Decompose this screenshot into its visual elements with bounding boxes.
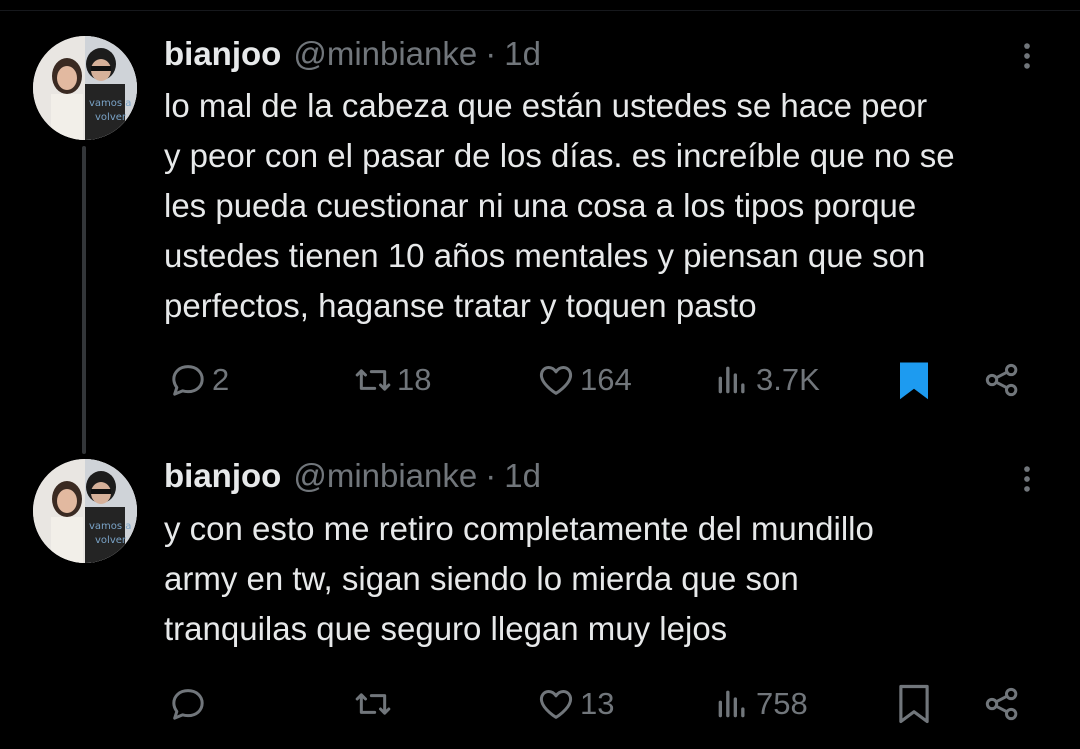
tweet-actions: 2 18 164 3.7K [0,355,1080,405]
avatar[interactable]: vamos a volver [33,36,137,140]
views-button[interactable]: 758 [712,679,808,729]
retweet-button[interactable] [353,679,397,729]
avatar-text: vamos a [89,98,131,109]
like-button[interactable]: 164 [536,355,632,405]
more-icon[interactable] [1010,459,1044,499]
bookmark-icon [900,362,928,400]
user-handle[interactable]: @minbianke [293,457,477,495]
like-icon [539,366,573,395]
reply-button[interactable]: 2 [168,355,229,405]
views-button[interactable]: 3.7K [712,355,820,405]
avatar-text: vamos a [89,521,131,532]
reply-icon [172,689,204,720]
tweet-text-line: ustedes tienen 10 años mentales y piensa… [164,237,926,274]
reply-icon [172,365,204,396]
share-button[interactable] [982,355,1022,405]
thread-connector [82,146,86,454]
top-divider [0,0,1080,11]
views-icon [718,690,745,718]
retweet-icon [355,693,391,715]
like-count: 164 [580,362,632,397]
tweet-text-line: les pueda cuestionar ni una cosa a los t… [164,187,917,224]
display-name[interactable]: bianjoo [164,35,281,73]
tweet-header: bianjoo @minbianke · 1d [164,34,541,74]
tweet-text-line: tranquilas que seguro llegan muy lejos [164,610,728,647]
tweet-text: lo mal de la cabeza que están ustedes se… [164,81,1064,331]
more-icon[interactable] [1010,36,1044,76]
view-count: 758 [756,686,808,721]
reply-count: 2 [212,362,230,397]
view-count: 3.7K [756,362,820,397]
avatar[interactable]: vamos a volver [33,459,137,563]
avatar-text: volver [95,535,127,546]
views-icon [718,366,745,394]
retweet-button[interactable]: 18 [353,355,431,405]
retweet-icon [355,369,391,391]
tweet-text-line: y peor con el pasar de los días. es incr… [164,137,955,174]
bookmark-icon [899,684,929,724]
tweet-text-line: lo mal de la cabeza que están ustedes se… [164,87,928,124]
timestamp[interactable]: 1d [504,35,541,73]
reply-button[interactable] [168,679,212,729]
bookmark-button[interactable] [896,679,932,729]
user-handle[interactable]: @minbianke [293,35,477,73]
share-button[interactable] [982,679,1022,729]
share-icon [985,363,1018,397]
retweet-count: 18 [397,362,432,397]
separator-dot: · [485,457,497,494]
bookmark-button[interactable] [896,355,932,405]
tweet-text-line: perfectos, haganse tratar y toquen pasto [164,287,757,324]
share-icon [985,687,1018,721]
tweet-header: bianjoo @minbianke · 1d [164,456,541,496]
tweet-text: y con esto me retiro completamente del m… [164,504,1064,654]
avatar-text: volver [95,112,127,123]
tweet-actions: 13 758 [0,679,1080,729]
like-count: 13 [580,686,615,721]
tweet-text-line: army en tw, sigan siendo lo mierda que s… [164,560,799,597]
tweet-text-line: y con esto me retiro completamente del m… [164,510,874,547]
like-button[interactable]: 13 [536,679,614,729]
timestamp[interactable]: 1d [504,457,541,495]
like-icon [539,690,573,719]
separator-dot: · [485,35,497,72]
display-name[interactable]: bianjoo [164,457,281,495]
